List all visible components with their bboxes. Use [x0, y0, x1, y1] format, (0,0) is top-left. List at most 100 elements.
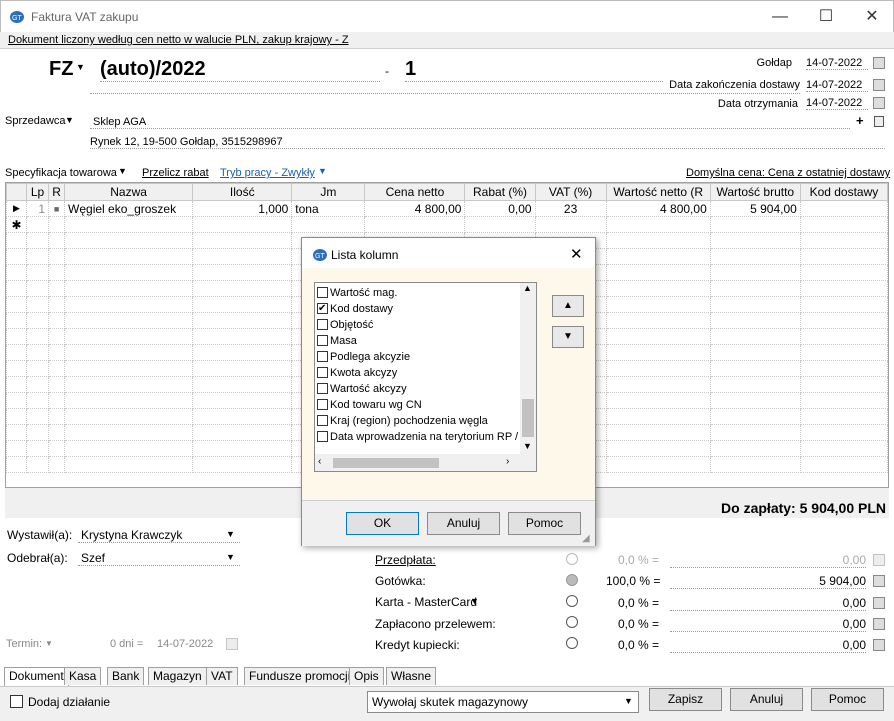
- tab-dokument[interactable]: Dokument: [4, 667, 69, 686]
- ok-button[interactable]: OK: [346, 512, 419, 535]
- checkbox[interactable]: [317, 367, 328, 378]
- col-header-qty[interactable]: Ilość: [192, 183, 293, 201]
- resize-grip-icon[interactable]: ◢: [582, 533, 590, 544]
- list-item[interactable]: Kwota akcyzy: [317, 365, 397, 381]
- table-row[interactable]: ▶ 1 ■ Węgiel eko_groszek 1,000 tona 4 80…: [6, 200, 888, 217]
- row-vat[interactable]: 23: [534, 200, 607, 217]
- received-date-field[interactable]: 14-07-2022: [806, 97, 868, 110]
- dialog-help-button[interactable]: Pomoc: [508, 512, 581, 535]
- scroll-thumb[interactable]: [333, 458, 439, 468]
- card-amount[interactable]: 0,00: [670, 596, 866, 611]
- calculator-icon[interactable]: [873, 618, 885, 630]
- date-issue-field[interactable]: 14-07-2022: [806, 57, 868, 70]
- column-checklist[interactable]: Wartość mag. Kod dostawy Objętość Masa P…: [314, 282, 537, 472]
- term-days[interactable]: 0 dni =: [110, 638, 143, 650]
- minimize-button[interactable]: —: [757, 1, 803, 33]
- col-header-r[interactable]: R: [48, 183, 66, 201]
- tab-vat[interactable]: VAT: [206, 667, 238, 685]
- col-header-discount[interactable]: Rabat (%): [464, 183, 536, 201]
- col-header-gross-value[interactable]: Wartość brutto: [709, 183, 801, 201]
- tab-kasa[interactable]: Kasa: [64, 667, 102, 685]
- work-mode-dropdown-icon[interactable]: ▼: [318, 166, 327, 176]
- document-number[interactable]: (auto)/2022: [100, 58, 380, 82]
- row-code[interactable]: [799, 200, 888, 217]
- col-header-net-value[interactable]: Wartość netto (R: [605, 183, 711, 201]
- row-name[interactable]: Węgiel eko_groszek: [64, 200, 194, 217]
- seller-name[interactable]: Sklep AGA: [90, 116, 850, 129]
- new-row[interactable]: ✱: [6, 216, 888, 233]
- transfer-amount[interactable]: 0,00: [670, 617, 866, 632]
- add-action-label[interactable]: Dodaj działanie: [28, 695, 110, 709]
- checkbox[interactable]: [317, 351, 328, 362]
- list-item[interactable]: Kraj (region) pochodzenia węgla: [317, 413, 488, 429]
- issued-dropdown-icon[interactable]: ▼: [226, 529, 235, 539]
- tab-fundusze[interactable]: Fundusze promocji: [244, 667, 356, 685]
- col-header-unit[interactable]: Jm: [291, 183, 366, 201]
- scroll-up-icon[interactable]: ▲: [523, 283, 532, 293]
- prepayment-radio[interactable]: [566, 553, 578, 565]
- scroll-right-icon[interactable]: ›: [506, 456, 509, 467]
- row-qty[interactable]: 1,000: [192, 200, 293, 217]
- close-button[interactable]: ✕: [849, 1, 894, 33]
- scroll-left-icon[interactable]: ‹: [318, 456, 321, 467]
- move-up-button[interactable]: ▲: [552, 295, 584, 317]
- issued-combo[interactable]: Krystyna Krawczyk: [78, 528, 240, 543]
- warehouse-effect-select[interactable]: Wywołaj skutek magazynowy: [367, 691, 639, 713]
- seller-dropdown-icon[interactable]: ▼: [65, 115, 74, 125]
- seller-label[interactable]: Sprzedawca: [5, 115, 66, 127]
- col-header-vat[interactable]: VAT (%): [534, 183, 607, 201]
- transfer-radio[interactable]: [566, 616, 578, 628]
- credit-radio[interactable]: [566, 637, 578, 649]
- tab-bank[interactable]: Bank: [107, 667, 145, 685]
- row-unit[interactable]: tona: [291, 200, 366, 217]
- help-button[interactable]: Pomoc: [811, 688, 884, 711]
- term-dropdown-icon[interactable]: ▼: [45, 639, 53, 648]
- calendar-icon[interactable]: [873, 79, 885, 91]
- document-type-dropdown-icon[interactable]: ▼: [76, 62, 85, 72]
- col-header-net-price[interactable]: Cena netto: [364, 183, 466, 201]
- delivery-date-field[interactable]: 14-07-2022: [806, 79, 868, 92]
- list-item[interactable]: Wartość akcyzy: [317, 381, 407, 397]
- default-price-link[interactable]: Domyślna cena: Cena z ostatniej dostawy: [686, 167, 890, 179]
- spec-label[interactable]: Specyfikacja towarowa: [5, 167, 117, 179]
- card-label[interactable]: Karta - MasterCard: [375, 595, 477, 609]
- cash-amount[interactable]: 5 904,00: [670, 574, 866, 589]
- warehouse-effect-dropdown-icon[interactable]: ▼: [624, 696, 633, 706]
- maximize-button[interactable]: ☐: [803, 1, 849, 33]
- checkbox[interactable]: [317, 431, 328, 442]
- calculator-icon[interactable]: [873, 554, 885, 566]
- list-item[interactable]: Data wprowadzenia na terytorium RP /: [317, 429, 518, 445]
- received-combo[interactable]: Szef: [78, 551, 240, 566]
- credit-amount[interactable]: 0,00: [670, 638, 866, 653]
- list-item[interactable]: Masa: [317, 333, 357, 349]
- card-radio[interactable]: [566, 595, 578, 607]
- calculator-icon[interactable]: [873, 597, 885, 609]
- credit-percent[interactable]: 0,0 % =: [618, 638, 659, 652]
- checkbox[interactable]: [317, 399, 328, 410]
- save-button[interactable]: Zapisz: [649, 688, 722, 711]
- card-dropdown-icon[interactable]: ▼: [470, 596, 479, 606]
- col-header-name[interactable]: Nazwa: [64, 183, 194, 201]
- col-header-delivery-code[interactable]: Kod dostawy: [799, 183, 888, 201]
- calendar-icon[interactable]: [873, 57, 885, 69]
- checkbox[interactable]: [317, 335, 328, 346]
- list-item[interactable]: Kod towaru wg CN: [317, 397, 422, 413]
- cash-radio[interactable]: [566, 574, 578, 586]
- tab-opis[interactable]: Opis: [349, 667, 384, 685]
- scroll-down-icon[interactable]: ▼: [523, 441, 532, 451]
- checkbox[interactable]: [317, 319, 328, 330]
- card-percent[interactable]: 0,0 % =: [618, 596, 659, 610]
- cash-percent[interactable]: 100,0 % =: [606, 574, 660, 588]
- spec-dropdown-icon[interactable]: ▼: [118, 166, 127, 176]
- vertical-scrollbar[interactable]: ▲ ▼: [520, 283, 536, 454]
- scroll-thumb[interactable]: [522, 399, 534, 437]
- seller-details-icon[interactable]: [874, 116, 884, 127]
- checkbox-checked[interactable]: [317, 301, 328, 317]
- checkbox[interactable]: [317, 415, 328, 426]
- calculator-icon[interactable]: [873, 639, 885, 651]
- document-info-text[interactable]: Dokument liczony według cen netto w walu…: [8, 34, 349, 46]
- document-type[interactable]: FZ: [49, 58, 73, 81]
- calendar-icon[interactable]: [873, 97, 885, 109]
- dialog-cancel-button[interactable]: Anuluj: [427, 512, 500, 535]
- recalc-discount-link[interactable]: Przelicz rabat: [142, 167, 209, 179]
